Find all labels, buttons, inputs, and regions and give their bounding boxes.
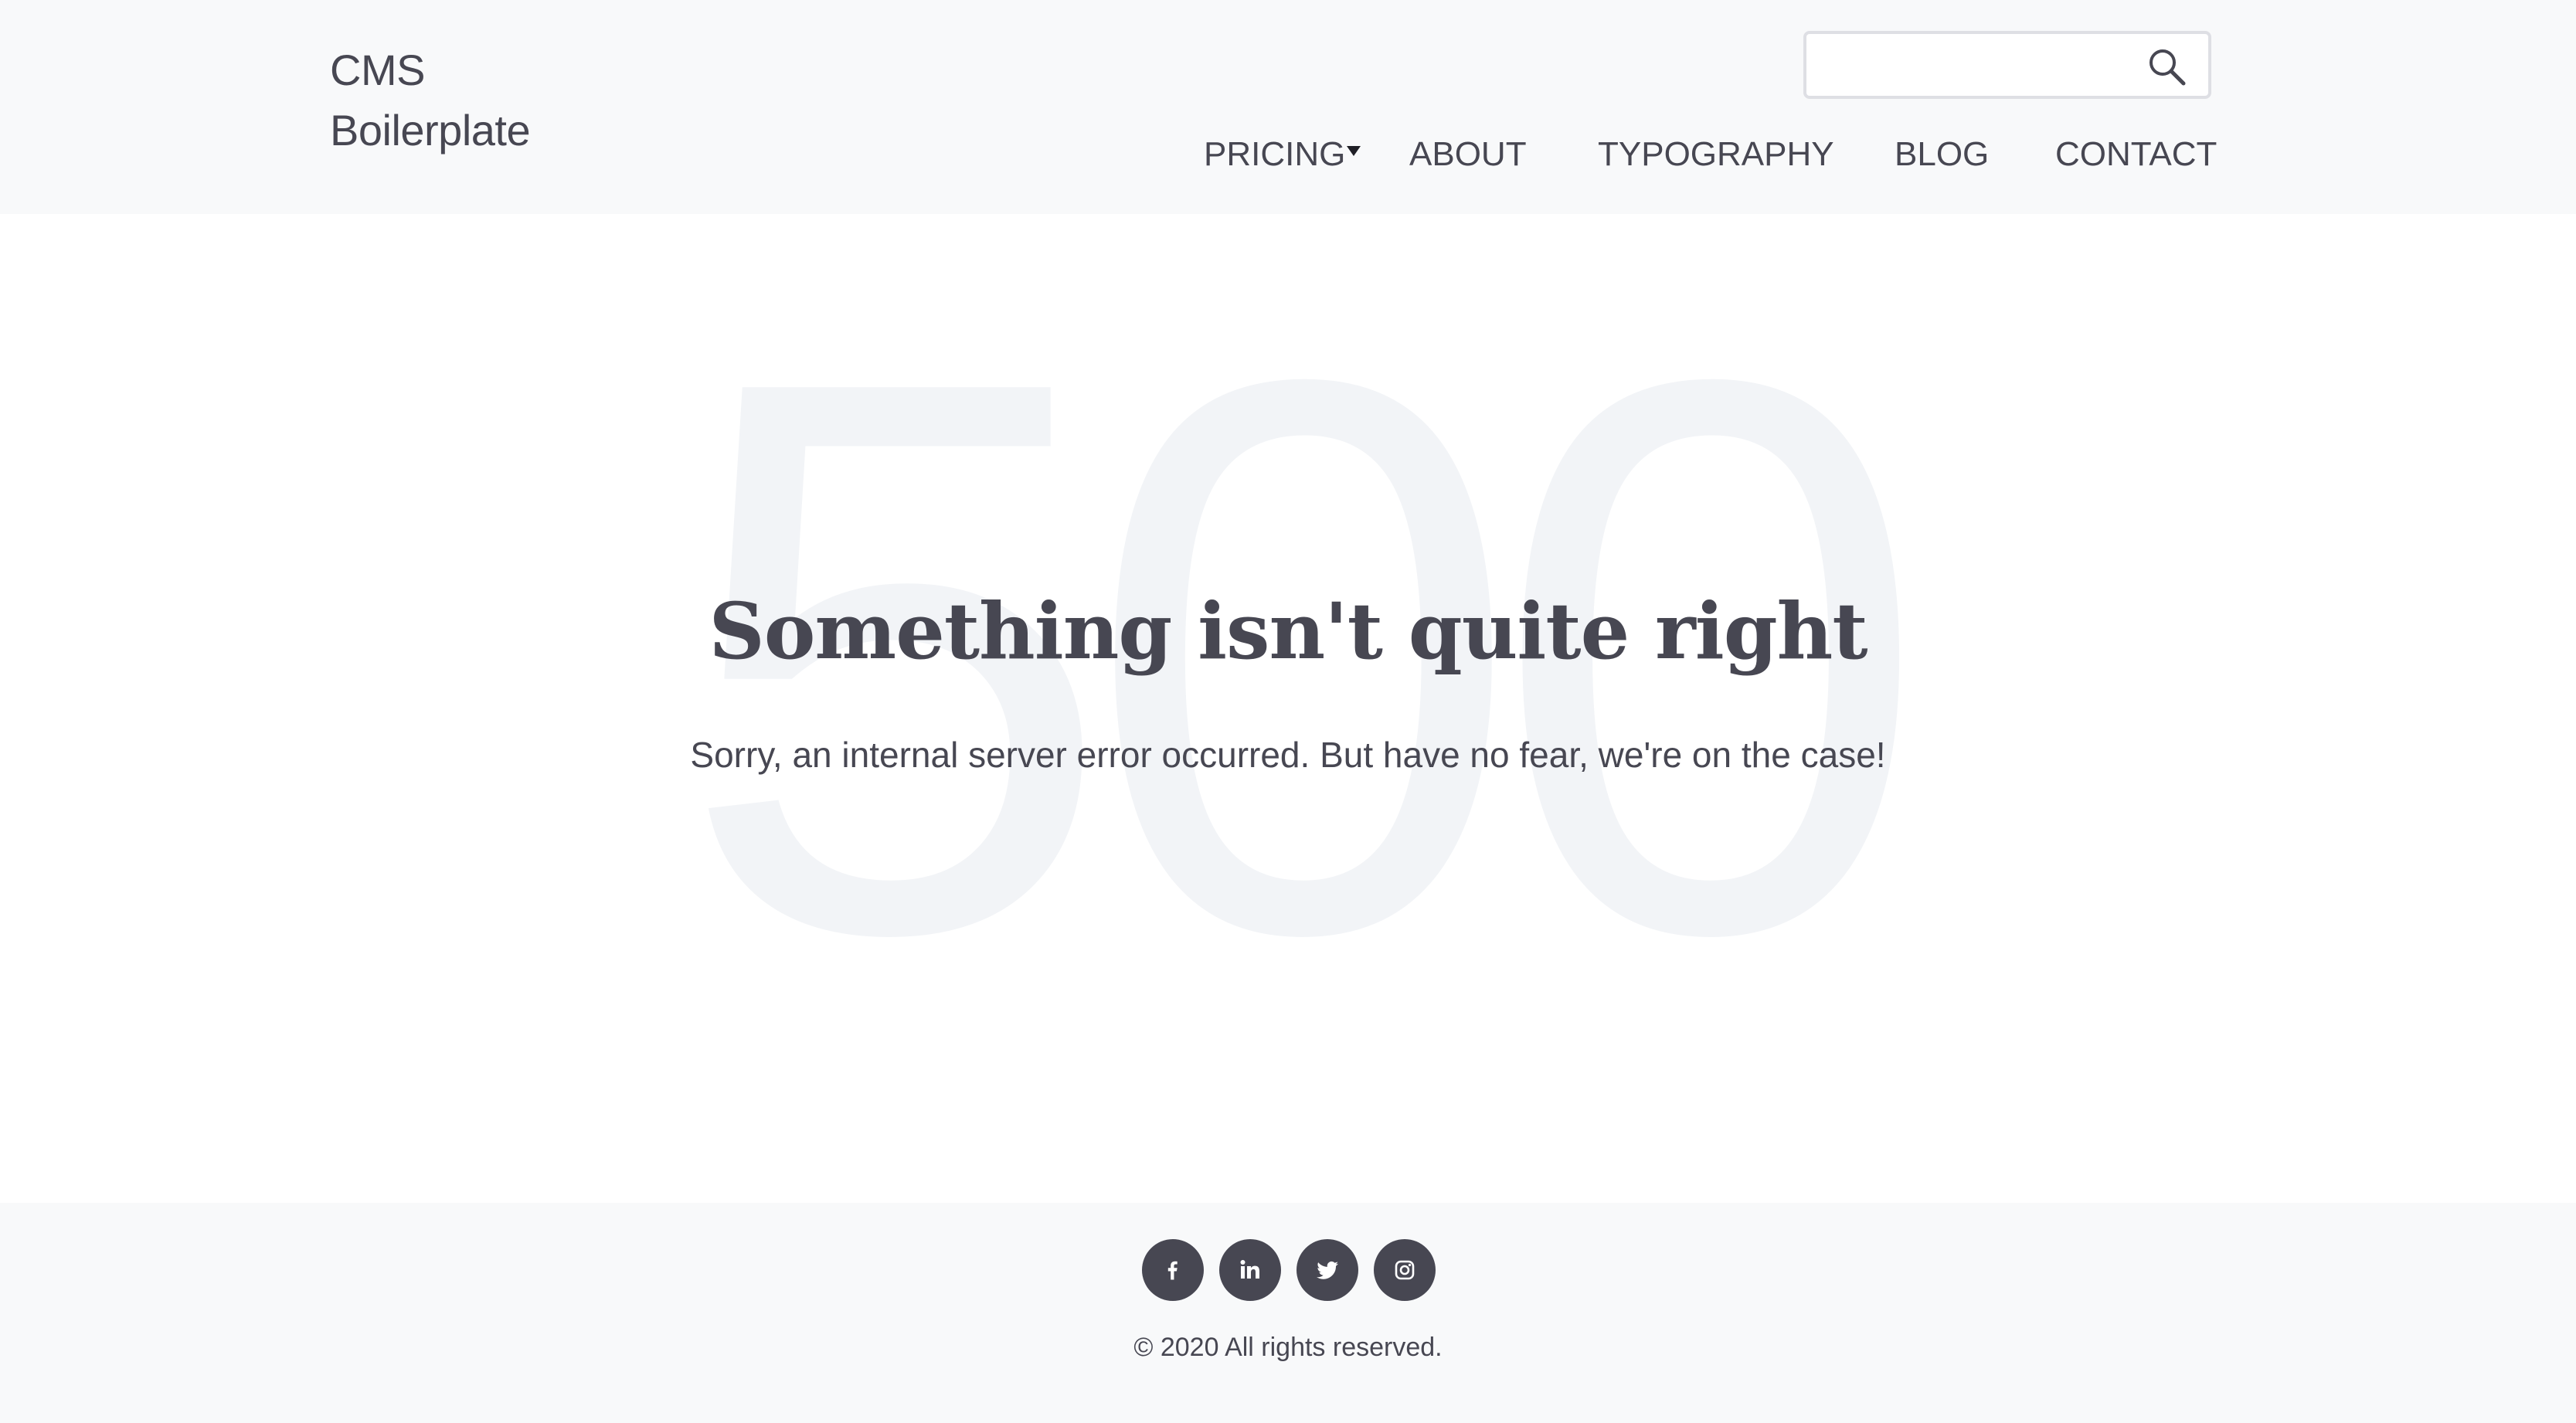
facebook-link[interactable] <box>1142 1239 1204 1301</box>
page-title: Something isn't quite right <box>709 586 1867 677</box>
nav-item-typography[interactable]: TYPOGRAPHY <box>1598 130 1834 179</box>
logo-line-1: CMS <box>330 46 425 94</box>
site-footer: © 2020 All rights reserved. <box>0 1203 2576 1423</box>
linkedin-link[interactable] <box>1219 1239 1281 1301</box>
search-icon[interactable] <box>2146 46 2187 87</box>
nav-item-about[interactable]: ABOUT <box>1409 130 1527 179</box>
error-content: 500 Something isn't quite right Sorry, a… <box>0 214 2576 1203</box>
twitter-icon <box>1317 1261 1338 1279</box>
linkedin-icon <box>1240 1260 1259 1279</box>
main-nav: PRICING ABOUT TYPOGRAPHY BLOG CONTACT <box>0 130 2576 179</box>
facebook-icon <box>1167 1261 1178 1280</box>
twitter-link[interactable] <box>1296 1239 1358 1301</box>
instagram-link[interactable] <box>1374 1239 1436 1301</box>
search-input[interactable] <box>1806 34 2146 96</box>
search-box <box>1803 31 2211 99</box>
instagram-icon <box>1395 1260 1415 1280</box>
nav-item-pricing[interactable]: PRICING <box>1204 130 1345 179</box>
site-header: CMS Boilerplate PRICING ABOUT TYPOGRAPHY… <box>0 0 2576 214</box>
copyright-text: © 2020 All rights reserved. <box>1133 1333 1443 1362</box>
error-message: Sorry, an internal server error occurred… <box>690 735 1886 775</box>
nav-item-blog[interactable]: BLOG <box>1895 130 1989 179</box>
nav-item-contact[interactable]: CONTACT <box>2055 130 2217 179</box>
chevron-down-icon[interactable] <box>1346 144 1361 159</box>
